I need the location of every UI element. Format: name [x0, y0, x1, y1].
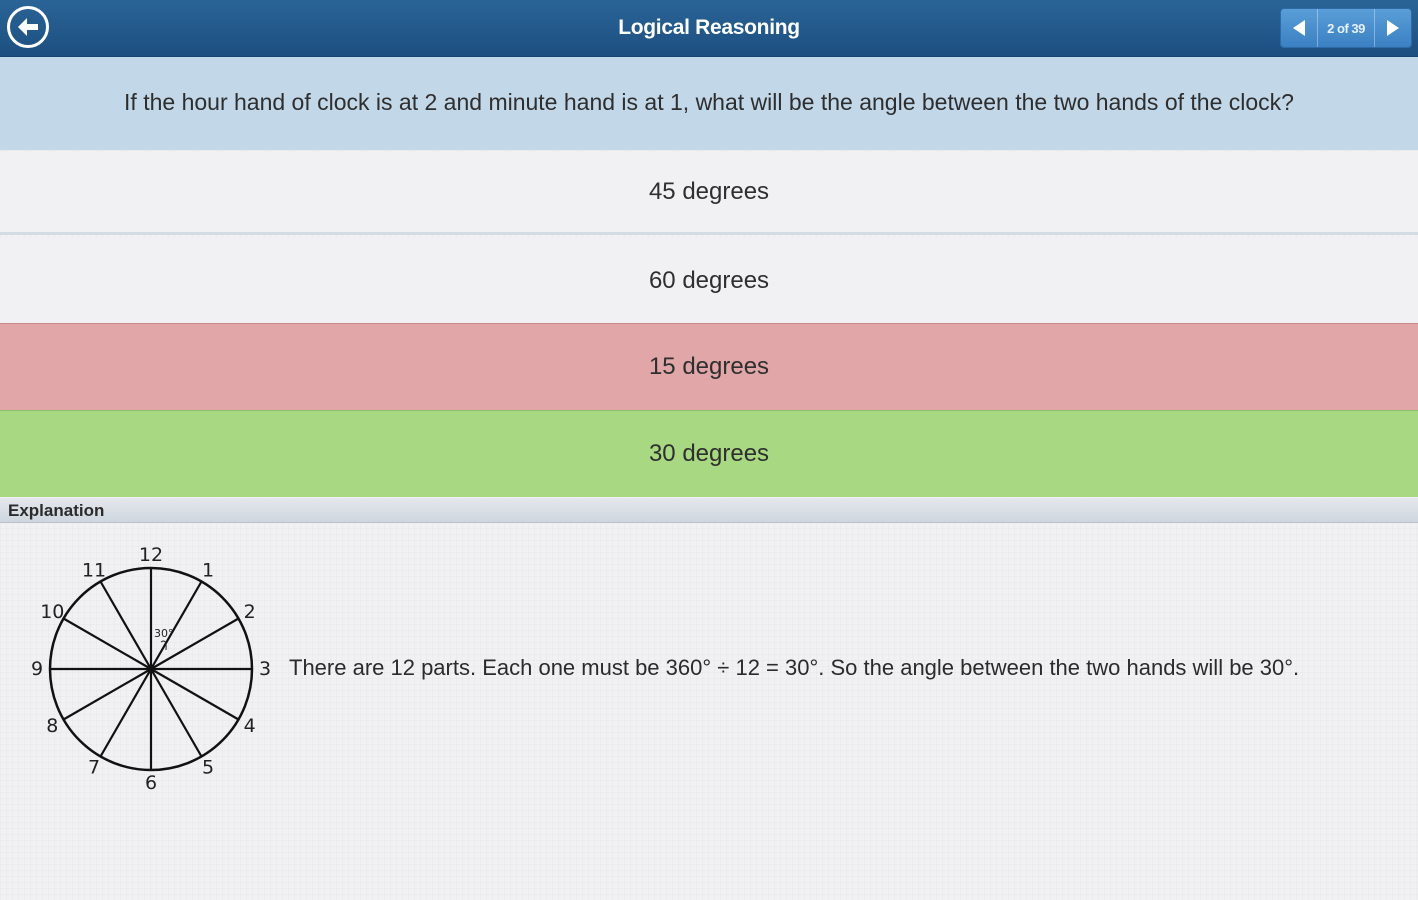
- clock-spoke-5: [150, 668, 203, 758]
- clock-number-5: 5: [202, 757, 214, 779]
- clock-number-9: 9: [31, 658, 43, 680]
- clock-number-8: 8: [46, 715, 58, 737]
- answer-option-d-correct[interactable]: 30 degrees: [0, 410, 1418, 497]
- triangle-left-icon: [1293, 20, 1305, 36]
- clock-diagram: 121234567891011 30°: [31, 544, 271, 794]
- clock-spoke-7: [99, 668, 152, 758]
- clock-spoke-1: [150, 580, 203, 670]
- angle-label: 30°: [154, 627, 174, 640]
- clock-spoke-11: [99, 580, 152, 670]
- top-bar: Logical Reasoning 2 of 39: [0, 0, 1418, 57]
- clock-center: [147, 665, 155, 673]
- answer-option-a[interactable]: 45 degrees: [0, 151, 1418, 235]
- answer-option-c-incorrect[interactable]: 15 degrees: [0, 323, 1418, 410]
- previous-question-button[interactable]: [1281, 9, 1317, 47]
- clock-number-10: 10: [40, 601, 64, 623]
- clock-number-11: 11: [82, 559, 106, 581]
- next-question-button[interactable]: [1375, 9, 1411, 47]
- clock-number-4: 4: [244, 715, 256, 737]
- clock-spoke-10: [62, 617, 152, 670]
- explanation-text: There are 12 parts. Each one must be 360…: [289, 655, 1300, 680]
- clock-number-12: 12: [139, 544, 163, 566]
- clock-number-3: 3: [259, 658, 271, 680]
- clock-number-2: 2: [244, 601, 256, 623]
- clock-number-6: 6: [145, 772, 157, 794]
- clock-spoke-4: [150, 668, 240, 721]
- question-pager: 2 of 39: [1280, 8, 1412, 48]
- clock-number-1: 1: [202, 559, 214, 581]
- answer-option-b[interactable]: 60 degrees: [0, 238, 1418, 323]
- question-text: If the hour hand of clock is at 2 and mi…: [0, 57, 1418, 150]
- app-root: Logical Reasoning 2 of 39 If the hour ha…: [0, 0, 1418, 900]
- question-counter: 2 of 39: [1317, 9, 1375, 47]
- explanation-heading: Explanation: [0, 498, 1418, 523]
- clock-spoke-8: [62, 668, 152, 721]
- triangle-right-icon: [1387, 20, 1399, 36]
- page-title: Logical Reasoning: [618, 16, 800, 39]
- clock-number-7: 7: [88, 757, 100, 779]
